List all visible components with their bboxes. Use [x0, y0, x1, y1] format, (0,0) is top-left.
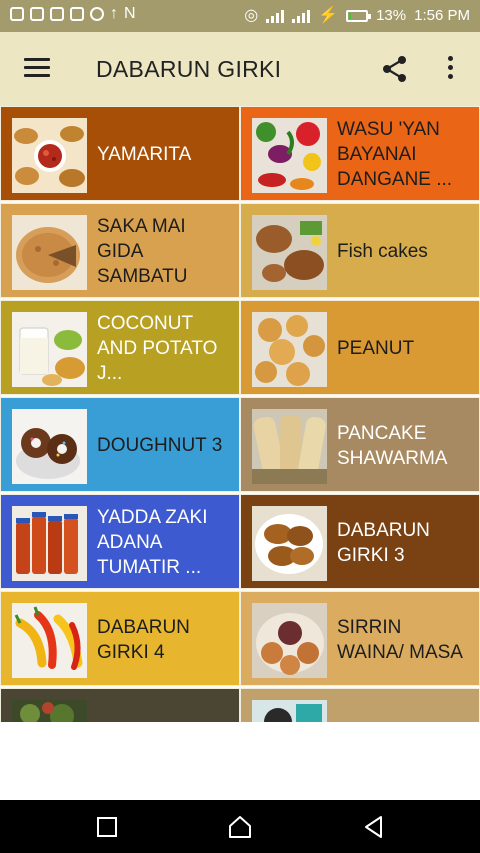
- recipe-tile[interactable]: YADDA ZAKI ADANA TUMATIR ...: [0, 494, 240, 589]
- doughnuts-thumbnail: [12, 409, 87, 484]
- recipe-title: COCONUT AND POTATO J...: [97, 313, 218, 384]
- share-icon[interactable]: [380, 54, 410, 84]
- plant-thumbnail: [12, 700, 87, 722]
- recipe-tile[interactable]: FILIN: [240, 688, 480, 722]
- recipe-tile[interactable]: DABARUN GIRKI 3: [240, 494, 480, 589]
- recipe-tile[interactable]: DOUGHNUT 3: [0, 397, 240, 492]
- recipe-tile[interactable]: PANCAKE SHAWARMA: [240, 397, 480, 492]
- recipe-title: SAKA MAI GIDA SAMBATU: [97, 216, 188, 287]
- recipe-title: PANCAKE SHAWARMA: [337, 422, 448, 469]
- app-bar: DABARUN GIRKI: [0, 32, 480, 106]
- person-thumbnail: [252, 700, 327, 722]
- yamarita-thumbnail: [12, 118, 87, 193]
- peppers-thumbnail: [12, 603, 87, 678]
- vegetables-thumbnail: [252, 118, 327, 193]
- recipe-title: PEANUT: [337, 338, 415, 359]
- waina-masa-thumbnail: [252, 603, 327, 678]
- recipe-tile[interactable]: SIRRIN WAINA/ MASA: [240, 591, 480, 686]
- fried-snack-thumbnail: [252, 506, 327, 581]
- signal-icon: [266, 9, 285, 23]
- facebook-icon: [10, 7, 24, 21]
- signal-icon-2: [292, 9, 311, 23]
- home-icon[interactable]: [227, 814, 253, 840]
- recipe-tile[interactable]: WASU 'YAN BAYANAI DANGANE ...: [240, 106, 480, 201]
- notification-icons: ↑ N: [10, 6, 136, 22]
- recipe-tile[interactable]: Fish cakes: [240, 203, 480, 298]
- charging-icon: ⚡: [318, 6, 339, 24]
- peanut-balls-thumbnail: [252, 312, 327, 387]
- n-letter-icon: N: [124, 5, 136, 22]
- battery-fill: [349, 12, 352, 19]
- recipe-tile[interactable]: COCONUT AND POTATO J...: [0, 300, 240, 395]
- recipe-title: YAMARITA: [97, 144, 192, 165]
- recipe-title: YADDA ZAKI ADANA TUMATIR ...: [97, 507, 208, 578]
- youtube-icon-2: [70, 7, 84, 21]
- recipe-tile[interactable]: DABARUN GIRKI 4: [0, 591, 240, 686]
- recipe-title: DOUGHNUT 3: [97, 435, 223, 456]
- navigation-bar: [0, 800, 480, 853]
- pancake-shawarma-thumbnail: [252, 409, 327, 484]
- battery-icon: [346, 9, 372, 22]
- recipe-tile[interactable]: YAMARITA: [0, 106, 240, 201]
- message-icon: [30, 7, 44, 21]
- fish-cakes-thumbnail: [252, 215, 327, 290]
- recipe-title: WASU 'YAN BAYANAI DANGANE ...: [337, 119, 453, 190]
- more-vert-icon[interactable]: [438, 56, 462, 82]
- recipe-tile[interactable]: SAKA MAI GIDA SAMBATU: [0, 203, 240, 298]
- recipe-title: DABARUN GIRKI 3: [337, 519, 430, 566]
- recipe-title: SIRRIN WAINA/ MASA: [337, 616, 463, 663]
- coconut-drink-thumbnail: [12, 312, 87, 387]
- recipe-title: DABARUN GIRKI 4: [97, 616, 190, 663]
- recipe-tile[interactable]: PEANUT: [240, 300, 480, 395]
- recipe-title: Fish cakes: [337, 241, 428, 262]
- hotspot-icon: ◎: [244, 6, 259, 24]
- youtube-icon: [50, 7, 64, 21]
- emoji-icon: [90, 7, 104, 21]
- recipe-tile[interactable]: MAGANIN: [0, 688, 240, 722]
- pie-thumbnail: [12, 215, 87, 290]
- upload-icon: ↑: [110, 5, 118, 22]
- clock: 1:56 PM: [414, 7, 470, 24]
- empty-area: [0, 722, 480, 800]
- recents-square-icon[interactable]: [94, 814, 120, 840]
- recipe-grid: YAMARITA WASU 'YAN BAYANAI DANGANE ... SAK…: [0, 106, 480, 722]
- menu-icon[interactable]: [24, 58, 50, 78]
- status-bar: ↑ N ◎ ⚡ 13% 1:56 PM: [0, 0, 480, 32]
- battery-percent: 13%: [376, 7, 407, 24]
- page-title: DABARUN GIRKI: [96, 56, 282, 82]
- tomato-jars-thumbnail: [12, 506, 87, 581]
- back-triangle-icon[interactable]: [361, 814, 387, 840]
